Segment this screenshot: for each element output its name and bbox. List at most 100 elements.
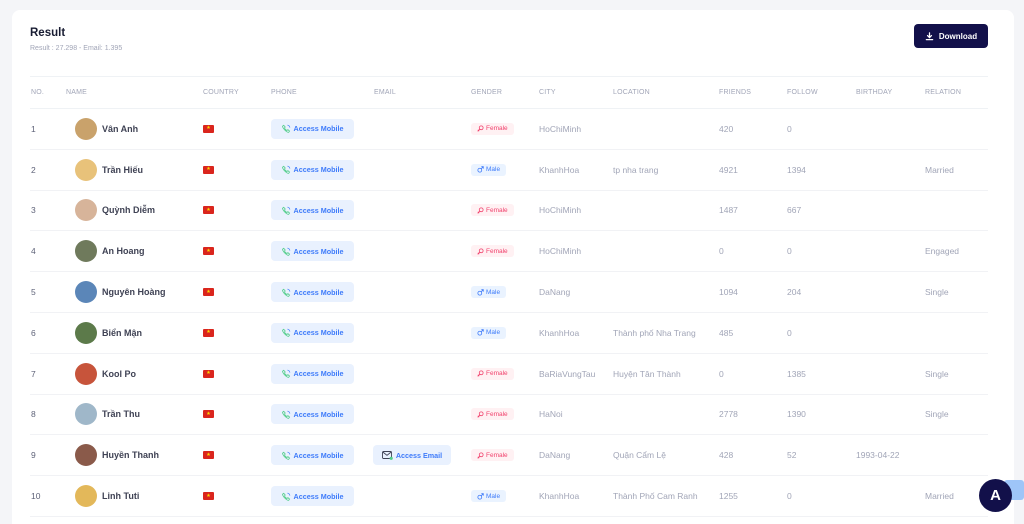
- female-icon: [477, 248, 484, 255]
- gender-badge: Female: [471, 408, 514, 421]
- col-gender: Gender: [471, 89, 503, 96]
- relation-cell: Engaged: [925, 246, 960, 257]
- friends-cell: 485: [719, 327, 734, 338]
- avatar: [75, 444, 97, 467]
- user-name[interactable]: Huyền Thanh: [75, 444, 159, 467]
- access-mobile-label: Access Mobile: [293, 328, 344, 338]
- city-cell: BaRiaVungTau: [539, 368, 596, 379]
- gender-badge: Male: [471, 286, 507, 299]
- access-mobile-label: Access Mobile: [293, 205, 344, 215]
- phone-icon: [281, 124, 291, 134]
- access-mobile-button[interactable]: Access Mobile: [271, 200, 354, 221]
- city-cell: DaNang: [539, 287, 571, 298]
- table-row: 10 Linh Tuti ★ Access Mobile Male KhanhHoa Thà…: [30, 476, 988, 517]
- row-number: 2: [31, 164, 36, 175]
- user-name[interactable]: Biển Mận: [75, 321, 143, 344]
- female-icon: [477, 207, 484, 214]
- table-row: 8 Trần Thu ★ Access Mobile Female HaNoi 2778 13…: [30, 395, 988, 436]
- access-mobile-button[interactable]: Access Mobile: [271, 404, 354, 425]
- access-mobile-label: Access Mobile: [293, 450, 344, 460]
- download-label: Download: [938, 31, 978, 41]
- user-name[interactable]: Quỳnh Diễm: [75, 199, 155, 222]
- gender-label: Female: [486, 247, 508, 255]
- download-button[interactable]: Download: [914, 24, 988, 48]
- user-name[interactable]: Linh Tuti: [75, 485, 140, 508]
- gender-badge: Male: [471, 163, 507, 176]
- gender-label: Male: [486, 329, 501, 337]
- gender-badge: Male: [471, 490, 507, 503]
- avatar: [75, 158, 97, 181]
- col-relation: Relation: [925, 89, 962, 96]
- location-cell: Huyện Tân Thành: [613, 368, 681, 379]
- access-mobile-button[interactable]: Access Mobile: [271, 363, 354, 384]
- gender-label: Female: [486, 206, 508, 214]
- vietnam-flag-icon: ★: [203, 124, 214, 133]
- user-name-label: Trần Hiếu: [102, 164, 144, 175]
- user-name[interactable]: Vân Anh: [75, 117, 139, 140]
- access-mobile-label: Access Mobile: [293, 165, 344, 175]
- access-mobile-button[interactable]: Access Mobile: [271, 282, 354, 303]
- access-mobile-button[interactable]: Access Mobile: [271, 118, 354, 139]
- user-name[interactable]: Trần Thu: [75, 403, 140, 426]
- access-mobile-button[interactable]: Access Mobile: [271, 159, 354, 180]
- access-mobile-label: Access Mobile: [293, 409, 344, 419]
- vietnam-flag-icon: ★: [203, 247, 214, 256]
- row-number: 4: [31, 246, 36, 257]
- user-name-label: Vân Anh: [102, 123, 139, 134]
- user-name[interactable]: An Hoang: [75, 240, 145, 263]
- user-name-label: Linh Tuti: [102, 491, 140, 502]
- phone-icon: [281, 247, 291, 256]
- phone-icon: [281, 410, 291, 419]
- city-cell: KhanhHoa: [539, 491, 580, 502]
- col-phone: Phone: [271, 89, 297, 96]
- user-name-label: Biển Mận: [102, 327, 143, 338]
- row-number: 10: [31, 491, 41, 502]
- city-cell: HoChiMinh: [539, 205, 582, 216]
- phone-icon: [281, 165, 291, 174]
- access-mobile-button[interactable]: Access Mobile: [271, 486, 354, 507]
- friends-cell: 1487: [719, 205, 738, 216]
- phone-icon: [281, 492, 291, 501]
- access-mobile-button[interactable]: Access Mobile: [271, 322, 354, 343]
- location-cell: Thành Phố Cam Ranh: [613, 491, 698, 502]
- user-name-label: Trần Thu: [102, 409, 140, 420]
- col-city: City: [539, 89, 556, 96]
- table-body: 1 Vân Anh ★ Access Mobile Female HoChiMinh 420…: [30, 109, 988, 517]
- friends-cell: 0: [719, 368, 724, 379]
- follow-cell: 52: [787, 450, 797, 461]
- gender-badge: Female: [471, 204, 514, 217]
- col-follow: Follow: [787, 89, 818, 96]
- gender-label: Male: [486, 288, 501, 296]
- avatar: [75, 199, 97, 222]
- download-icon: [925, 31, 934, 40]
- follow-cell: 0: [787, 491, 792, 502]
- access-mobile-button[interactable]: Access Mobile: [271, 445, 354, 466]
- relation-cell: Single: [925, 287, 949, 298]
- follow-cell: 1394: [787, 164, 806, 175]
- location-cell: tp nha trang: [613, 164, 659, 175]
- phone-icon: [281, 288, 291, 297]
- assistant-button[interactable]: A: [979, 479, 1012, 512]
- user-name[interactable]: Nguyên Hoàng: [75, 281, 166, 304]
- female-icon: [477, 125, 484, 132]
- table-row: 5 Nguyên Hoàng ★ Access Mobile Male DaNang 109…: [30, 272, 988, 313]
- gender-label: Female: [486, 125, 508, 133]
- access-mobile-label: Access Mobile: [293, 491, 344, 501]
- result-card: Result Result : 27.298 - Email: 1.395 Do…: [12, 10, 1014, 524]
- user-name[interactable]: Kool Po: [75, 362, 136, 385]
- vietnam-flag-icon: ★: [203, 288, 214, 297]
- follow-cell: 0: [787, 327, 792, 338]
- divider: [30, 76, 988, 77]
- follow-cell: 1385: [787, 368, 806, 379]
- birthday-cell: 1993-04-22: [856, 450, 900, 461]
- access-email-button[interactable]: Access Email: [373, 445, 451, 466]
- user-name[interactable]: Trần Hiếu: [75, 158, 144, 181]
- location-cell: Thành phố Nha Trang: [613, 327, 696, 338]
- city-cell: DaNang: [539, 450, 571, 461]
- col-location: Location: [613, 89, 650, 96]
- access-mobile-button[interactable]: Access Mobile: [271, 241, 354, 262]
- row-number: 3: [31, 205, 36, 216]
- friends-cell: 2778: [719, 409, 738, 420]
- row-number: 5: [31, 287, 36, 298]
- mail-icon: [381, 450, 393, 460]
